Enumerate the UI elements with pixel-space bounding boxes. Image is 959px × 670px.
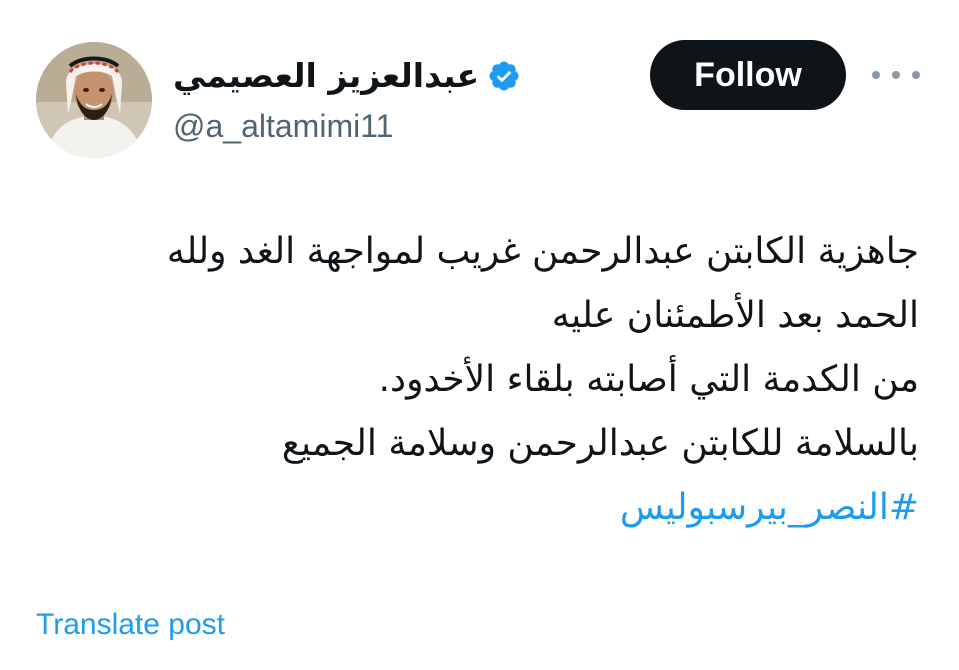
more-dot [912, 71, 920, 79]
author-handle[interactable]: @a_altamimi11 [173, 104, 521, 148]
post-text: جاهزية الكابتن عبدالرحمن غريب لمواجهة ال… [39, 220, 919, 540]
verified-badge-icon[interactable] [487, 59, 521, 93]
tweet-card: عبدالعزيز العصيمي @a_altamimi11 Follow ج… [0, 0, 959, 670]
more-horizontal-icon[interactable] [872, 62, 920, 88]
post-text-line: من الكدمة التي أصابته بلقاء الأخدود. [378, 359, 919, 400]
author-name-row: عبدالعزيز العصيمي [173, 50, 521, 102]
translate-post-link[interactable]: Translate post [36, 608, 225, 642]
more-dot [872, 71, 880, 79]
hashtag-link[interactable]: #النصر_بيرسبوليس [39, 476, 919, 540]
more-dot [892, 71, 900, 79]
avatar-image [36, 42, 152, 158]
post-text-line: الحمد بعد الأطمئنان عليه [551, 295, 919, 336]
follow-button[interactable]: Follow [650, 40, 846, 110]
post-text-line: جاهزية الكابتن عبدالرحمن غريب لمواجهة ال… [166, 231, 919, 272]
author-display-name[interactable]: عبدالعزيز العصيمي [173, 50, 479, 102]
avatar[interactable] [36, 42, 152, 158]
post-text-line: بالسلامة للكابتن عبدالرحمن وسلامة الجميع [281, 423, 919, 464]
author-info: عبدالعزيز العصيمي @a_altamimi11 [173, 50, 521, 150]
